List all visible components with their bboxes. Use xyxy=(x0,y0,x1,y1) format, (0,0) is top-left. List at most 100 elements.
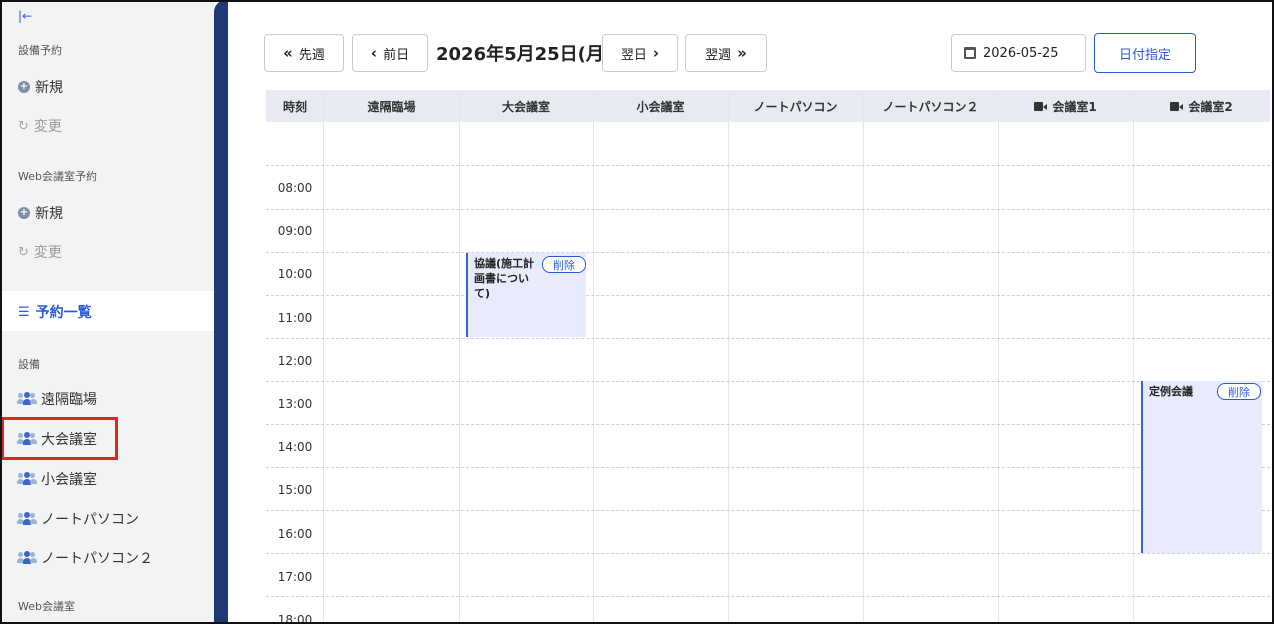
video-camera-icon xyxy=(1170,101,1184,111)
equipment-item[interactable]: ノートパソコン２ xyxy=(17,548,153,568)
time-label: 14:00 xyxy=(277,440,313,454)
chevron-right-icon: › xyxy=(652,44,660,62)
event-title-line: て) xyxy=(474,287,491,300)
delete-button[interactable]: 削除 xyxy=(1217,383,1261,400)
column-divider xyxy=(1133,90,1134,624)
equipment-new-link[interactable]: + 新規 xyxy=(18,77,63,97)
people-icon xyxy=(17,512,37,526)
section-web-reservation-title: Web会議室予約 xyxy=(18,170,97,183)
column-header-web-room-1-label: 会議室1 xyxy=(1052,99,1097,114)
event-card[interactable]: 協議(施工計 画書につい て) 削除 xyxy=(466,253,586,337)
sidebar-divider-bar xyxy=(214,0,228,624)
next-week-label: 翌週 xyxy=(705,47,732,63)
people-icon xyxy=(17,392,37,406)
double-chevron-right-icon: » xyxy=(737,44,747,62)
people-icon xyxy=(17,472,37,486)
refresh-icon: ↻ xyxy=(18,244,29,260)
highlight-box xyxy=(1,417,118,460)
date-pick-button[interactable]: 日付指定 xyxy=(1094,33,1196,73)
reservation-list-label: 予約一覧 xyxy=(35,305,92,321)
time-label: 17:00 xyxy=(277,570,313,584)
time-label: 10:00 xyxy=(277,267,313,281)
event-title: 協議(施工計 画書につい て) xyxy=(474,256,534,301)
column-header-web-room-2: 会議室2 xyxy=(1133,90,1270,122)
time-header: 時刻 xyxy=(282,99,307,114)
equipment-change-label: 変更 xyxy=(33,119,62,135)
row-divider xyxy=(266,209,1270,210)
equipment-new-label: 新規 xyxy=(35,80,63,96)
column-header-remote: 遠隔臨場 xyxy=(367,99,416,114)
event-title: 定例会議 xyxy=(1149,384,1193,399)
row-divider xyxy=(266,338,1270,339)
equipment-item[interactable]: 小会議室 xyxy=(17,469,97,489)
time-label: 08:00 xyxy=(277,181,313,195)
row-divider xyxy=(266,424,1270,425)
column-header-laptop-2: ノートパソコン２ xyxy=(882,99,979,114)
prev-week-label: 先週 xyxy=(298,47,325,63)
prev-week-button[interactable]: « 先週 xyxy=(264,34,344,72)
row-divider xyxy=(266,467,1270,468)
event-title-line: 画書につい xyxy=(474,272,529,285)
prev-day-button[interactable]: ‹ 前日 xyxy=(352,34,428,72)
reservation-list-link[interactable]: ☰ 予約一覧 xyxy=(18,302,92,322)
delete-button[interactable]: 削除 xyxy=(542,256,586,273)
refresh-icon: ↻ xyxy=(18,118,29,134)
row-divider xyxy=(266,295,1270,296)
collapse-left-icon[interactable]: |← xyxy=(18,9,32,23)
column-divider xyxy=(728,90,729,624)
equipment-change-link: ↻ 変更 xyxy=(18,116,62,136)
equipment-item-label: 遠隔臨場 xyxy=(41,392,97,408)
plus-circle-icon: + xyxy=(18,207,30,219)
row-divider xyxy=(266,381,1270,382)
event-title-line: 協議(施工計 xyxy=(474,257,535,270)
calendar-icon xyxy=(964,47,976,59)
equipment-item-label: 小会議室 xyxy=(41,472,97,488)
plus-circle-icon: + xyxy=(18,81,30,93)
time-label: 13:00 xyxy=(277,397,313,411)
date-input-value: 2026-05-25 xyxy=(983,45,1059,61)
sidebar: |← 設備予約 + 新規 ↻ 変更 Web会議室予約 + 新規 ↻ 変更 ☰ 予… xyxy=(0,0,214,624)
time-label: 15:00 xyxy=(277,483,313,497)
event-card[interactable]: 定例会議 削除 xyxy=(1141,381,1262,553)
current-date-title: 2026年5月25日(月) xyxy=(436,44,613,65)
column-divider xyxy=(998,90,999,624)
row-divider xyxy=(266,510,1270,511)
time-label: 09:00 xyxy=(277,224,313,238)
equipment-item[interactable]: ノートパソコン xyxy=(17,509,139,529)
list-icon: ☰ xyxy=(18,304,30,320)
next-week-button[interactable]: 翌週 » xyxy=(685,34,767,72)
event-title-line: 定例会議 xyxy=(1149,385,1193,398)
web-new-link[interactable]: + 新規 xyxy=(18,203,63,223)
time-label: 12:00 xyxy=(277,354,313,368)
column-header-small-room: 小会議室 xyxy=(636,99,685,114)
people-icon xyxy=(17,551,37,565)
row-divider xyxy=(266,165,1270,166)
row-divider xyxy=(266,252,1270,253)
column-divider xyxy=(863,90,864,624)
web-change-label: 変更 xyxy=(33,245,62,261)
time-label: 11:00 xyxy=(277,311,313,325)
section-equipment-title: 設備 xyxy=(18,358,40,371)
row-divider xyxy=(266,553,1270,554)
next-day-label: 翌日 xyxy=(620,47,647,63)
row-divider xyxy=(266,596,1270,597)
prev-day-label: 前日 xyxy=(383,47,410,63)
time-label: 16:00 xyxy=(277,527,313,541)
equipment-item-label: ノートパソコン２ xyxy=(41,551,153,567)
equipment-item[interactable]: 遠隔臨場 xyxy=(17,389,97,409)
equipment-item-label: ノートパソコン xyxy=(41,512,139,528)
double-chevron-left-icon: « xyxy=(283,44,293,62)
schedule-grid: 時刻 遠隔臨場 大会議室 小会議室 ノートパソコン ノートパソコン２ 会議室1 … xyxy=(266,90,1270,624)
web-new-label: 新規 xyxy=(35,206,63,222)
next-day-button[interactable]: 翌日 › xyxy=(602,34,678,72)
chevron-left-icon: ‹ xyxy=(370,44,378,62)
column-header-web-room-1: 会議室1 xyxy=(998,90,1133,122)
column-divider xyxy=(593,90,594,624)
video-camera-icon xyxy=(1034,101,1048,111)
column-header-large-room: 大会議室 xyxy=(501,99,550,114)
column-divider xyxy=(459,90,460,624)
date-input[interactable]: 2026-05-25 xyxy=(951,34,1086,72)
web-change-link: ↻ 変更 xyxy=(18,242,62,262)
time-label: 18:00 xyxy=(277,613,313,624)
section-web-room-title: Web会議室 xyxy=(18,600,75,613)
